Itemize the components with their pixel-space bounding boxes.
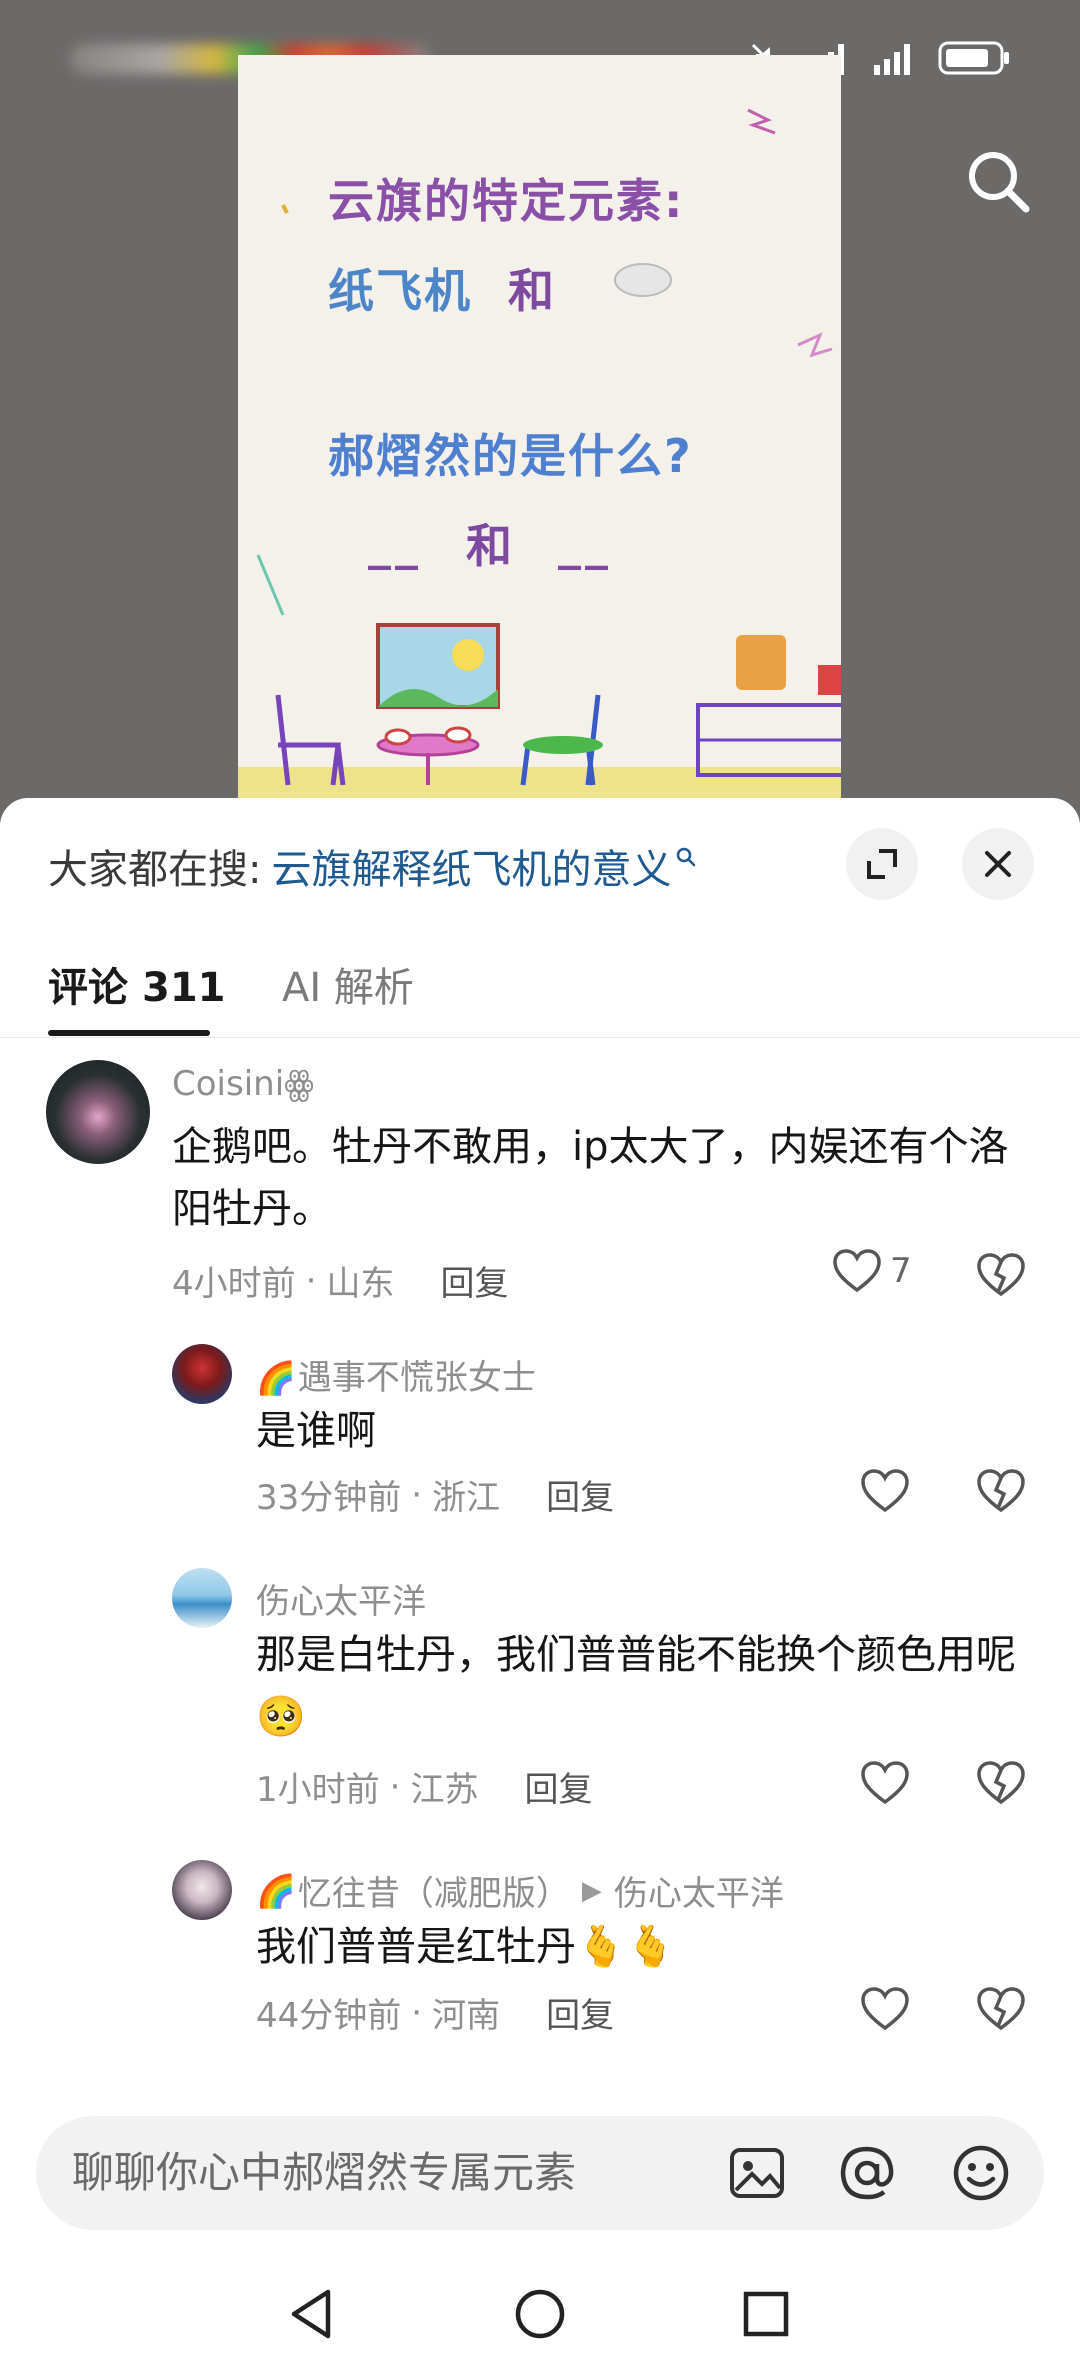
close-icon <box>985 851 1011 877</box>
broken-heart-icon[interactable] <box>976 1760 1026 1806</box>
recents-icon[interactable] <box>734 2282 798 2346</box>
avatar[interactable] <box>172 1344 232 1404</box>
comment-time: 4小时前 <box>172 1264 296 1304</box>
search-button[interactable] <box>962 145 1034 217</box>
poster-line-2-mid: 和 <box>508 264 556 318</box>
avatar[interactable] <box>172 1568 232 1628</box>
poster-blank-left: __ <box>368 516 422 570</box>
reply-item: 🌈遇事不慌张女士 是谁啊 33分钟前 · 浙江 回复 <box>0 1344 1080 1544</box>
broken-heart-icon[interactable] <box>976 1252 1026 1298</box>
signal-icon <box>874 44 910 75</box>
avatar[interactable] <box>172 1860 232 1920</box>
reply-item: 🌈 忆往昔（减肥版） ▶ 伤心太平洋 我们普普是红牡丹🫰🫰 44分钟前 · 河南 … <box>0 1860 1080 2060</box>
avatar[interactable] <box>46 1060 150 1164</box>
system-navigation-bar <box>0 2260 1080 2373</box>
comment-text: 我们普普是红牡丹🫰🫰 <box>256 1924 676 1970</box>
comment-meta: 33分钟前 · 浙江 回复 <box>256 1470 614 1519</box>
hot-search-query[interactable]: 云旗解释纸飞机的意义 <box>271 837 671 895</box>
battery-icon <box>938 41 1009 75</box>
poster-line-2: 纸飞机 和 <box>328 255 652 321</box>
tab-ai-analysis[interactable]: AI 解析 <box>282 958 414 1018</box>
heart-icon[interactable] <box>860 1468 910 1514</box>
comment-meta: 1小时前 · 江苏 回复 <box>256 1762 592 1811</box>
broken-heart-icon[interactable] <box>976 1986 1026 2032</box>
comment-input-bar[interactable]: 聊聊你心中郝熠然专属元素 <box>36 2116 1044 2230</box>
comment-author[interactable]: 伤心太平洋 <box>256 1574 426 1623</box>
hot-search[interactable]: 大家都在搜: 云旗解释纸飞机的意义 <box>48 836 697 896</box>
comment-location: 河南 <box>432 1996 501 2036</box>
rainbow-icon: 🌈 <box>256 1359 296 1397</box>
poster-line-4: __ 和 __ <box>368 510 612 576</box>
comment-author[interactable]: 🌈 忆往昔（减肥版） ▶ 伤心太平洋 <box>256 1866 784 1915</box>
comment-input[interactable]: 聊聊你心中郝熠然专属元素 <box>72 2116 576 2230</box>
comment-author[interactable]: 🌈遇事不慌张女士 <box>256 1350 536 1399</box>
image-icon[interactable] <box>726 2142 788 2204</box>
like-button[interactable]: 7 <box>832 1248 912 1294</box>
reply-button[interactable]: 回复 <box>546 1988 614 2037</box>
reply-to-author[interactable]: 伤心太平洋 <box>614 1866 784 1915</box>
comment-location: 浙江 <box>432 1478 501 1518</box>
broken-heart-icon[interactable] <box>976 1468 1026 1514</box>
tab-bar: 评论 311 AI 解析 <box>0 938 1080 1038</box>
reply-item: 伤心太平洋 那是白牡丹，我们普普能不能换个颜色用呢🥺 1小时前 · 江苏 回复 <box>0 1568 1080 1828</box>
comment-item: Coisiniꙮ 企鹅吧。牡丹不敢用，ip太大了，内娱还有个洛阳牡丹。 4小时前… <box>0 1060 1080 1304</box>
expand-icon <box>867 849 897 879</box>
poster-line-4-mid: 和 <box>466 519 514 573</box>
reply-button[interactable]: 回复 <box>440 1256 508 1305</box>
home-icon[interactable] <box>508 2282 572 2346</box>
comment-location: 江苏 <box>410 1770 479 1810</box>
comment-author[interactable]: Coisiniꙮ <box>172 1064 314 1104</box>
expand-button[interactable] <box>846 828 918 900</box>
heart-icon[interactable] <box>860 1760 910 1806</box>
comment-time: 44分钟前 <box>256 1996 402 2036</box>
comment-meta: 44分钟前 · 河南 回复 <box>256 1988 614 2037</box>
reply-arrow-icon: ▶ <box>581 1875 602 1906</box>
poster-line-3: 郝熠然的是什么? <box>328 429 693 483</box>
tab-comments-count: 311 <box>142 965 226 1011</box>
tab-comments-label: 评论 <box>48 965 128 1011</box>
tab-active-indicator <box>48 1030 210 1036</box>
hot-search-label: 大家都在搜: <box>48 847 262 893</box>
poster-blank-right: __ <box>558 516 612 570</box>
poster-line-1: 云旗的特定元素: <box>328 174 685 228</box>
comment-time: 1小时前 <box>256 1770 380 1810</box>
tab-comments[interactable]: 评论 311 <box>48 958 226 1018</box>
comment-time: 33分钟前 <box>256 1478 402 1518</box>
comment-text: 企鹅吧。牡丹不敢用，ip太大了，内娱还有个洛阳牡丹。 <box>172 1124 1009 1232</box>
cloud-icon <box>592 272 652 304</box>
rainbow-icon: 🌈 <box>256 1871 296 1910</box>
poster-line-2-left: 纸飞机 <box>328 264 472 318</box>
heart-icon[interactable] <box>860 1986 910 2032</box>
close-button[interactable] <box>962 828 1034 900</box>
mention-icon[interactable] <box>836 2142 898 2204</box>
search-icon <box>969 152 1030 213</box>
comment-text: 是谁啊 <box>256 1408 376 1454</box>
search-icon <box>677 847 696 867</box>
reply-button[interactable]: 回复 <box>546 1470 614 1519</box>
emoji-icon[interactable] <box>950 2142 1012 2204</box>
comment-meta: 4小时前 · 山东 回复 <box>172 1256 508 1305</box>
like-count: 7 <box>890 1251 912 1291</box>
comment-location: 山东 <box>326 1264 395 1304</box>
heart-icon <box>833 1249 881 1293</box>
back-icon[interactable] <box>280 2282 344 2346</box>
comment-text: 那是白牡丹，我们普普能不能换个颜色用呢🥺 <box>256 1632 1016 1740</box>
reply-button[interactable]: 回复 <box>524 1762 592 1811</box>
video-poster[interactable]: 云旗的特定元素: 纸飞机 和 郝熠然的是什么? __ 和 __ <box>238 55 841 800</box>
